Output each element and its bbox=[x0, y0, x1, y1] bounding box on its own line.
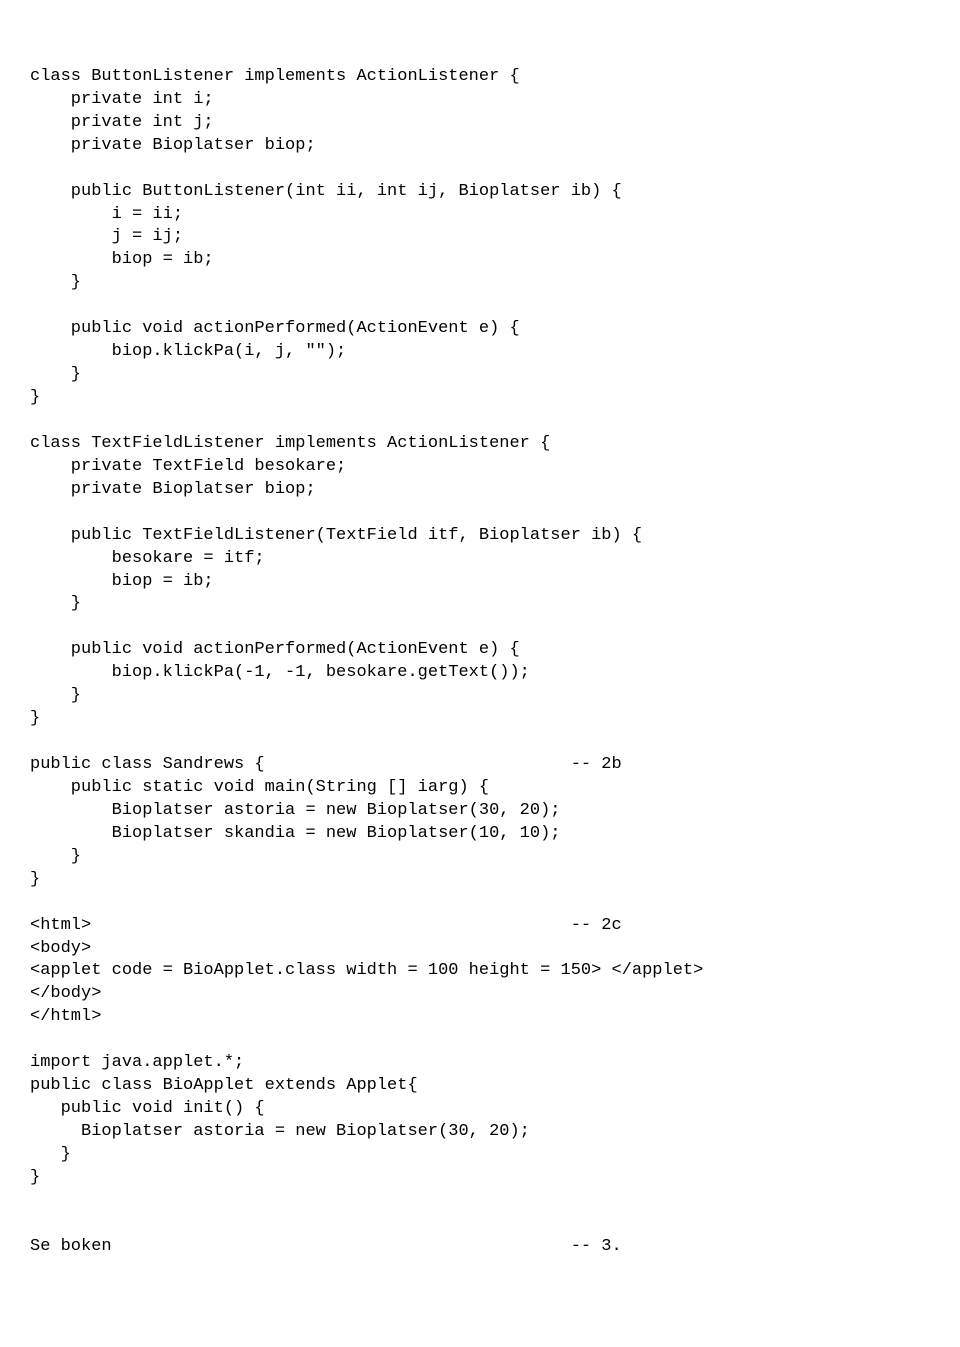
code-listing: class ButtonListener implements ActionLi… bbox=[30, 66, 930, 1259]
